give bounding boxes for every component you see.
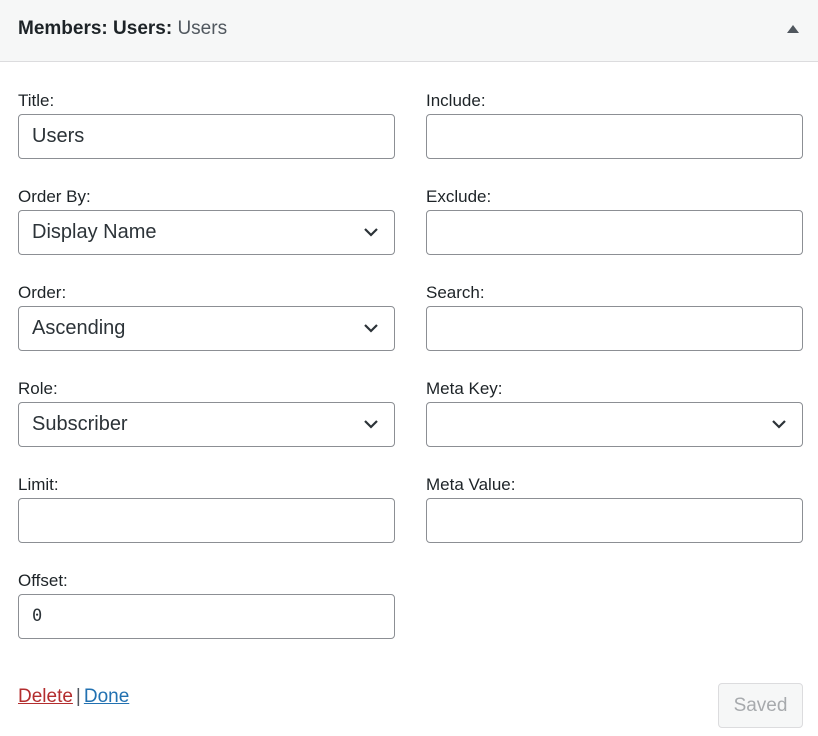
order-by-value: Display Name <box>32 221 157 243</box>
limit-label: Limit: <box>18 475 59 494</box>
widget-header[interactable]: Members: Users: Users <box>0 0 818 62</box>
meta-value-label: Meta Value: <box>426 475 516 494</box>
search-field-group: Search: <box>426 283 803 351</box>
title-field-group: Title: Users <box>18 91 395 159</box>
chevron-down-icon <box>364 228 378 237</box>
widget-title-name: Members: Users: <box>18 18 173 39</box>
triangle-up-icon <box>787 25 799 33</box>
search-label: Search: <box>426 283 485 302</box>
order-field-group: Order: Ascending <box>18 283 395 351</box>
role-label: Role: <box>18 379 58 398</box>
actions-separator: | <box>75 686 81 707</box>
exclude-input[interactable] <box>426 210 803 255</box>
role-field-group: Role: Subscriber <box>18 379 395 447</box>
delete-link[interactable]: Delete <box>18 686 73 707</box>
chevron-down-icon <box>772 420 786 429</box>
order-value: Ascending <box>32 317 126 339</box>
limit-input[interactable] <box>18 498 395 543</box>
exclude-label: Exclude: <box>426 187 492 206</box>
include-input[interactable] <box>426 114 803 159</box>
offset-label: Offset: <box>18 571 68 590</box>
meta-key-field-group: Meta Key: <box>426 379 803 447</box>
exclude-field-group: Exclude: <box>426 187 803 255</box>
widget-control-actions: Delete | Done <box>18 685 129 709</box>
meta-value-input[interactable] <box>426 498 803 543</box>
title-label: Title: <box>18 91 55 110</box>
done-link[interactable]: Done <box>84 686 129 707</box>
order-by-label: Order By: <box>18 187 91 206</box>
order-label: Order: <box>18 283 67 302</box>
include-field-group: Include: <box>426 91 803 159</box>
search-input[interactable] <box>426 306 803 351</box>
meta-value-field-group: Meta Value: <box>426 475 803 543</box>
include-label: Include: <box>426 91 486 110</box>
order-by-field-group: Order By: Display Name <box>18 187 395 255</box>
widget-title: Members: Users: Users <box>18 17 227 41</box>
chevron-down-icon <box>364 420 378 429</box>
meta-key-label: Meta Key: <box>426 379 503 398</box>
meta-key-select[interactable] <box>426 402 803 447</box>
collapse-toggle-button[interactable] <box>782 18 804 40</box>
order-select[interactable]: Ascending <box>18 306 395 351</box>
chevron-down-icon <box>364 324 378 333</box>
title-input[interactable]: Users <box>18 114 395 159</box>
saved-button[interactable]: Saved <box>718 683 803 728</box>
limit-field-group: Limit: <box>18 475 395 543</box>
role-value: Subscriber <box>32 413 128 435</box>
widget-panel: Members: Users: Users Title: Users Inclu… <box>0 0 818 736</box>
offset-field-group: Offset: 0 <box>18 571 395 639</box>
role-select[interactable]: Subscriber <box>18 402 395 447</box>
order-by-select[interactable]: Display Name <box>18 210 395 255</box>
offset-input[interactable]: 0 <box>18 594 395 639</box>
widget-title-subtitle: Users <box>177 18 228 39</box>
